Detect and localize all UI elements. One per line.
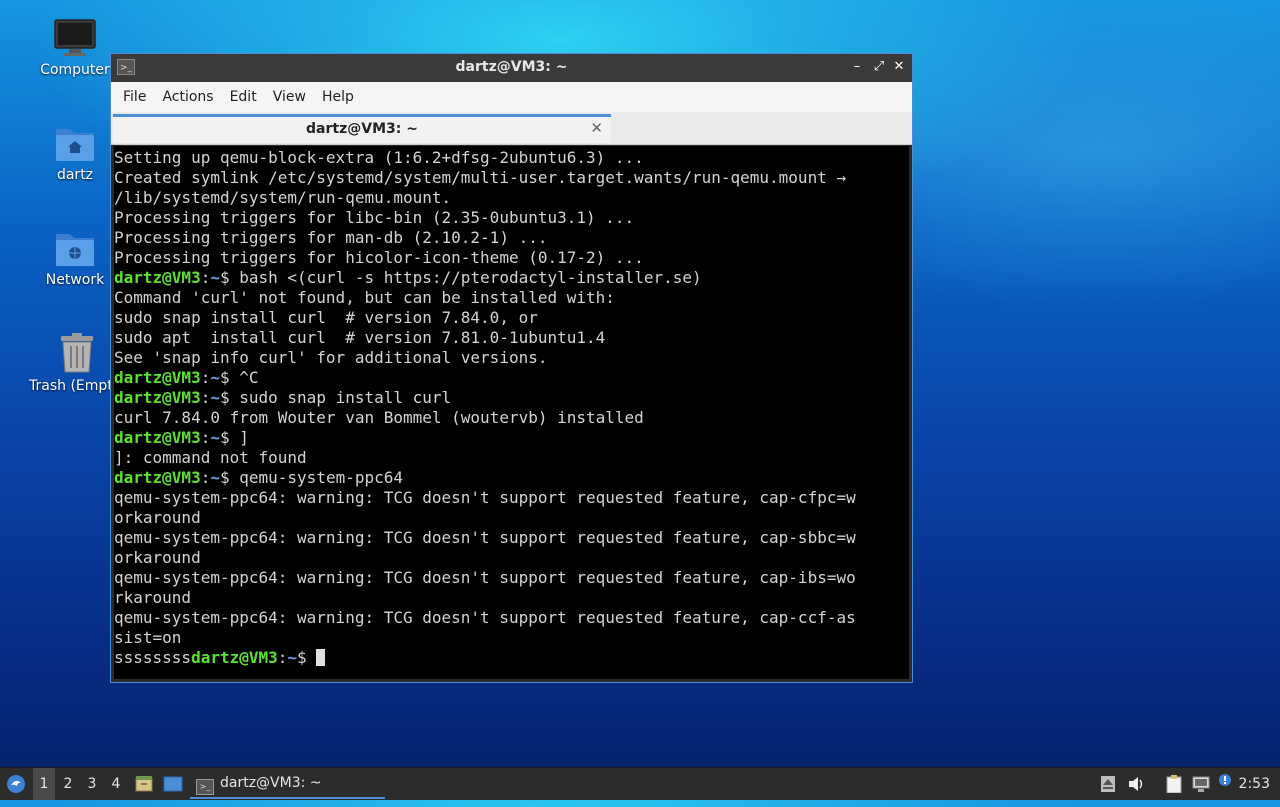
file-manager-launcher[interactable] [133,768,155,800]
prompt-path: ~ [210,268,220,287]
workspace-3[interactable]: 3 [81,768,103,800]
prompt-user-host: dartz@VM3 [191,648,278,667]
prompt-path: ~ [210,428,220,447]
terminal-output-line: qemu-system-ppc64: warning: TCG doesn't … [114,608,856,627]
terminal-output-line: orkaround [114,508,201,527]
prompt-path: ~ [210,468,220,487]
taskbar: 1 2 3 4 >_ dartz@VM3: ~ 2:53 [0,767,1280,800]
trash-icon [61,333,93,373]
terminal-command-line: dartz@VM3:~$ qemu-system-ppc64 [114,468,404,487]
terminal-output[interactable]: Setting up qemu-block-extra (1:6.2+dfsg-… [114,146,909,679]
terminal-output-line: Created symlink /etc/systemd/system/mult… [114,168,847,187]
menu-actions[interactable]: Actions [154,89,221,105]
clipboard-icon [1166,775,1182,794]
terminal-output-line: qemu-system-ppc64: warning: TCG doesn't … [114,568,856,587]
minimize-button[interactable]: – [848,58,866,76]
terminal-icon: >_ [196,779,214,795]
menu-bar: File Actions Edit View Help [111,82,912,112]
workspace-1[interactable]: 1 [33,768,55,800]
network-status-button[interactable] [1190,768,1212,800]
terminal-window[interactable]: >_ dartz@VM3: ~ – ⤢ ✕ File Actions Edit … [110,53,913,683]
terminal-output-line: Command 'curl' not found, but can be ins… [114,288,615,307]
eject-icon [1101,776,1115,792]
terminal-tab[interactable]: dartz@VM3: ~ ✕ [113,114,611,143]
tab-close-icon[interactable]: ✕ [590,119,603,137]
terminal-command-line: dartz@VM3:~$ ] [114,428,249,447]
terminal-output-line: /lib/systemd/system/run-qemu.mount. [114,188,452,207]
start-menu-button[interactable] [4,768,28,800]
window-titlebar[interactable]: >_ dartz@VM3: ~ – ⤢ ✕ [111,54,912,82]
terminal-output-line: qemu-system-ppc64: warning: TCG doesn't … [114,528,856,547]
terminal-output-line: Setting up qemu-block-extra (1:6.2+dfsg-… [114,148,644,167]
terminal-output-line: See 'snap info curl' for additional vers… [114,348,548,367]
notification-icon [1219,774,1231,786]
terminal-cursor [316,649,326,666]
network-icon [1192,776,1210,792]
clock[interactable]: 2:53 [1239,768,1270,800]
prompt-user-host: dartz@VM3 [114,268,201,287]
terminal-output-line: sudo snap install curl # version 7.84.0,… [114,308,538,327]
prompt-user-host: dartz@VM3 [114,428,201,447]
prompt-user-host: dartz@VM3 [114,388,201,407]
workspace-2[interactable]: 2 [57,768,79,800]
tab-bar: dartz@VM3: ~ ✕ [111,112,912,145]
terminal-output-line: qemu-system-ppc64: warning: TCG doesn't … [114,488,856,507]
terminal-output-line: sudo apt install curl # version 7.81.0-1… [114,328,606,347]
speaker-icon [1129,777,1143,791]
monitor-icon [54,19,96,56]
menu-file[interactable]: File [115,89,154,105]
eject-tray-button[interactable] [1098,768,1118,800]
window-title: dartz@VM3: ~ [455,59,568,75]
prompt-path: ~ [287,648,298,667]
terminal-output-line: Processing triggers for libc-bin (2.35-0… [114,208,635,227]
terminal-command-line: dartz@VM3:~$ sudo snap install curl [114,388,452,407]
terminal-text: Setting up qemu-block-extra (1:6.2+dfsg-… [114,146,909,668]
prompt-user-host: dartz@VM3 [114,468,201,487]
terminal-command-line: dartz@VM3:~$ bash <(curl -s https://pter… [114,268,702,287]
show-desktop-button[interactable] [161,768,185,800]
menu-view[interactable]: View [265,89,314,105]
prompt-user-host: dartz@VM3 [114,368,201,387]
notifications-button[interactable] [1215,768,1235,800]
menu-help[interactable]: Help [314,89,362,105]
maximize-button[interactable]: ⤢ [870,58,888,76]
network-folder-icon [56,234,94,266]
home-folder-icon [56,129,94,161]
file-cabinet-icon [135,776,153,792]
task-label: dartz@VM3: ~ [220,775,322,791]
prompt-path: ~ [210,388,220,407]
workspace-4[interactable]: 4 [105,768,127,800]
terminal-output-line: rkaround [114,588,192,607]
terminal-output-line: ]: command not found [114,448,307,467]
clipboard-button[interactable] [1163,768,1185,800]
terminal-command-line: ssssssssdartz@VM3:~$ [114,648,909,668]
prompt-path: ~ [210,368,220,387]
terminal-output-line: Processing triggers for hicolor-icon-the… [114,248,644,267]
close-button[interactable]: ✕ [890,58,908,76]
desktop-icon [163,776,183,792]
terminal-output-line: curl 7.84.0 from Wouter van Bommel (wout… [114,408,644,427]
terminal-output-line: Processing triggers for man-db (2.10.2-1… [114,228,548,247]
menu-edit[interactable]: Edit [222,89,265,105]
terminal-command-line: dartz@VM3:~$ ^C [114,368,259,387]
volume-button[interactable] [1126,768,1146,800]
terminal-output-line: orkaround [114,548,201,567]
taskbar-terminal-task[interactable]: >_ dartz@VM3: ~ [190,768,385,799]
tab-label: dartz@VM3: ~ [306,121,418,137]
app-menu-icon [7,775,25,793]
terminal-output-line: sist=on [114,628,182,647]
